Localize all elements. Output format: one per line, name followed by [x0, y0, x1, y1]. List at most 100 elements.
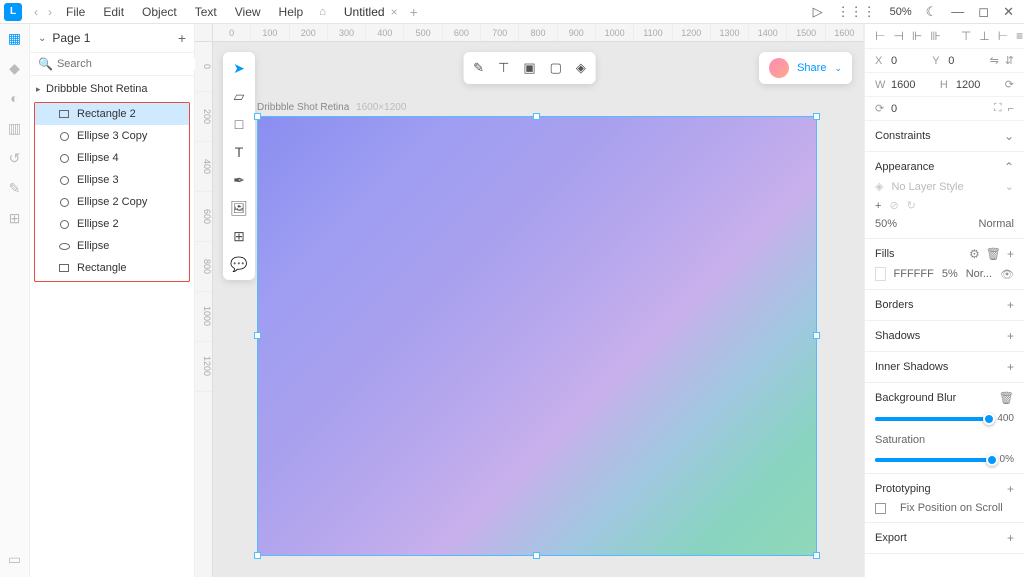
detach-style-icon[interactable]: ⊘ [889, 199, 898, 212]
rectangle-tool-icon[interactable]: □ [229, 114, 249, 134]
pen-tool-icon[interactable]: ✒ [229, 170, 249, 190]
w-field[interactable]: W1600 [875, 79, 934, 91]
blur-slider[interactable] [875, 417, 989, 421]
nav-back-icon[interactable]: ‹ [30, 5, 42, 19]
resize-handle-tm[interactable] [533, 113, 540, 120]
align-top-icon[interactable]: ⊤ [961, 29, 971, 43]
layers-panel-icon[interactable]: ▦ [7, 30, 23, 46]
page-selector[interactable]: ⌄ Page 1 + [30, 24, 194, 53]
add-export-icon[interactable]: + [1007, 531, 1014, 545]
app-logo-icon[interactable]: L [4, 3, 22, 21]
flatten-icon[interactable]: ◈ [576, 60, 586, 76]
menu-text[interactable]: Text [187, 3, 225, 21]
saturation-slider[interactable] [875, 458, 992, 462]
layer-group-row[interactable]: ▸ Dribbble Shot Retina [30, 78, 194, 100]
share-button[interactable]: Share ⌄ [759, 52, 852, 84]
assets-panel-icon[interactable]: ▥ [7, 120, 23, 136]
text-tool-icon[interactable]: T [229, 142, 249, 162]
align-center-v-icon[interactable]: ⊥ [979, 29, 989, 43]
fill-swatch[interactable] [875, 267, 886, 281]
plugins-panel-icon[interactable]: ⊞ [7, 210, 23, 226]
delete-fill-icon[interactable]: 🗑 [986, 247, 1001, 261]
fix-position-checkbox[interactable] [875, 503, 886, 514]
x-field[interactable]: X0 [875, 55, 926, 67]
opacity-value[interactable]: 50% [875, 218, 897, 230]
fill-opacity[interactable]: 5% [942, 268, 958, 280]
resize-handle-ml[interactable] [254, 332, 261, 339]
layer-row-ellipse-3-copy[interactable]: Ellipse 3 Copy [35, 125, 189, 147]
corner-icon[interactable]: ⌐ [1008, 103, 1014, 115]
layer-style-chevron-icon[interactable]: ⌄ [1005, 180, 1014, 193]
clip-icon[interactable]: ⛶ [994, 102, 1002, 115]
styles-panel-icon[interactable]: ◐ [7, 90, 23, 106]
component-tool-icon[interactable]: ⊞ [229, 226, 249, 246]
document-title[interactable]: Untitled [344, 5, 385, 19]
add-border-icon[interactable]: + [1007, 298, 1014, 312]
align-bottom-icon[interactable]: ⊢ [998, 29, 1008, 43]
fill-mode[interactable]: Nor... [966, 268, 992, 280]
chevron-down-icon[interactable]: ⌄ [1004, 129, 1014, 143]
text-edit-icon[interactable]: ⊤ [498, 60, 509, 76]
flip-v-icon[interactable]: ⇵ [1005, 54, 1014, 67]
resize-handle-br[interactable] [813, 552, 820, 559]
align-center-h-icon[interactable]: ⊣ [893, 29, 903, 43]
theme-icon[interactable]: ☾ [920, 4, 944, 20]
image-tool-icon[interactable]: 🖼 [229, 198, 249, 218]
layer-search-input[interactable] [57, 58, 199, 70]
add-tab-icon[interactable]: + [410, 4, 418, 20]
minimize-icon[interactable]: — [945, 4, 970, 19]
h-field[interactable]: H1200 [940, 79, 999, 91]
constraints-section[interactable]: Constraints⌄ [865, 121, 1024, 152]
shadows-section[interactable]: Shadows+ [865, 321, 1024, 352]
grid-icon[interactable]: ⋮⋮⋮ [831, 4, 882, 20]
fill-visible-icon[interactable]: 👁 [1000, 268, 1014, 281]
chevron-up-icon[interactable]: ⌃ [1004, 160, 1014, 174]
align-left-icon[interactable]: ⊢ [875, 29, 885, 43]
zoom-level[interactable]: 50% [884, 6, 918, 18]
fill-hex[interactable]: FFFFFF [894, 268, 934, 280]
resize-handle-bm[interactable] [533, 552, 540, 559]
group-toggle-icon[interactable]: ▸ [36, 84, 46, 95]
components-panel-icon[interactable]: ◆ [7, 60, 23, 76]
menu-file[interactable]: File [58, 3, 93, 21]
layer-row-ellipse-2-copy[interactable]: Ellipse 2 Copy [35, 191, 189, 213]
flip-h-icon[interactable]: ⇋ [990, 54, 999, 67]
y-field[interactable]: Y0 [932, 55, 983, 67]
collapse-strip-icon[interactable]: ▭ [7, 551, 23, 567]
saturation-value[interactable]: 0% [1000, 454, 1014, 465]
menu-object[interactable]: Object [134, 3, 185, 21]
layer-style-value[interactable]: No Layer Style [891, 181, 996, 193]
comments-panel-icon[interactable]: ✎ [7, 180, 23, 196]
history-panel-icon[interactable]: ↺ [7, 150, 23, 166]
mask-icon[interactable]: ▢ [550, 60, 562, 76]
distribute-v-icon[interactable]: ≡ [1016, 29, 1023, 43]
add-interaction-icon[interactable]: + [1007, 482, 1014, 496]
align-right-icon[interactable]: ⊩ [912, 29, 922, 43]
blur-value[interactable]: 400 [997, 413, 1014, 424]
distribute-h-icon[interactable]: ⊪ [930, 29, 940, 43]
maximize-icon[interactable]: ◻ [972, 4, 995, 20]
layer-row-ellipse-4[interactable]: Ellipse 4 [35, 147, 189, 169]
add-shadow-icon[interactable]: + [1007, 329, 1014, 343]
layer-row-ellipse-3[interactable]: Ellipse 3 [35, 169, 189, 191]
home-icon[interactable]: ⌂ [313, 6, 332, 18]
close-tab-icon[interactable]: × [391, 5, 398, 19]
resize-handle-mr[interactable] [813, 332, 820, 339]
add-page-icon[interactable]: + [178, 30, 186, 46]
rotation-field[interactable]: ⟳0 [875, 102, 928, 115]
menu-view[interactable]: View [227, 3, 269, 21]
resize-handle-bl[interactable] [254, 552, 261, 559]
comment-tool-icon[interactable]: 💬 [229, 254, 249, 274]
delete-blur-icon[interactable]: 🗑 [999, 391, 1014, 405]
borders-section[interactable]: Borders+ [865, 290, 1024, 321]
menu-help[interactable]: Help [271, 3, 312, 21]
resize-handle-tl[interactable] [254, 113, 261, 120]
inner-shadows-section[interactable]: Inner Shadows+ [865, 352, 1024, 383]
play-icon[interactable]: ▷ [807, 4, 829, 20]
layer-row-ellipse-2[interactable]: Ellipse 2 [35, 213, 189, 235]
edit-tool-icon[interactable]: ✎ [473, 60, 484, 76]
artboard[interactable] [257, 116, 817, 556]
layer-row-rectangle[interactable]: Rectangle [35, 257, 189, 279]
fill-options-icon[interactable]: ⚙ [969, 247, 980, 261]
layer-row-rectangle-2[interactable]: Rectangle 2 [35, 103, 189, 125]
